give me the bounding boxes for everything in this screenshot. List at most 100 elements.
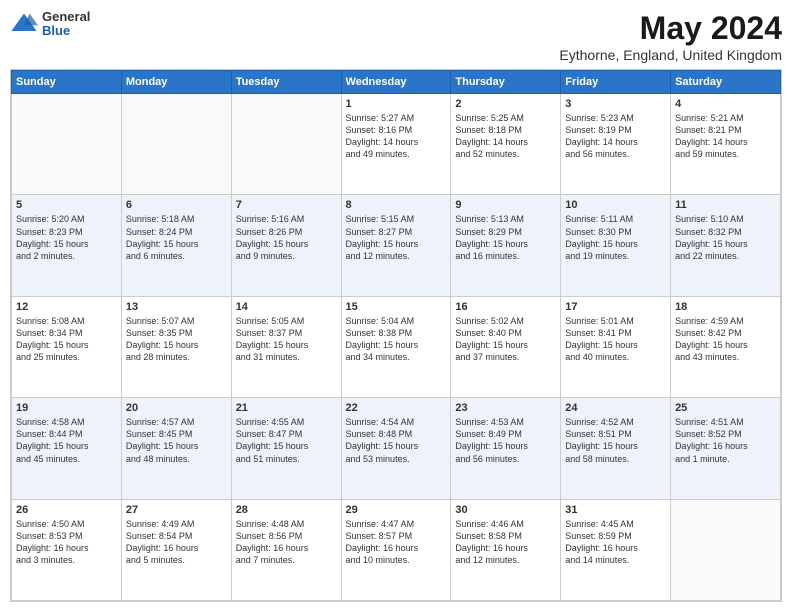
logo-blue: Blue: [42, 24, 90, 38]
day-info: Sunrise: 5:27 AM Sunset: 8:16 PM Dayligh…: [346, 112, 447, 161]
calendar-cell: 13Sunrise: 5:07 AM Sunset: 8:35 PM Dayli…: [121, 296, 231, 397]
title-location: Eythorne, England, United Kingdom: [559, 47, 782, 63]
calendar-cell: 14 Sunrise: 5:05 AM Sunset: 8:37 PM Dayli…: [231, 296, 341, 397]
day-info: Sunrise: 4:53 AM Sunset: 8:49 PM Dayligh…: [455, 416, 556, 465]
day-number: 27: [126, 504, 227, 516]
day-info: Sunrise: 5:25 AM Sunset: 8:18 PM Dayligh…: [455, 112, 556, 161]
header: General Blue May 2024 Eythorne, England,…: [10, 10, 782, 63]
calendar-week-2: 5 Sunrise: 5:20 AM Sunset: 8:23 PM Daylig…: [12, 195, 781, 296]
day-info: Sunrise: 5:21 AM Sunset: 8:21 PM Dayligh…: [675, 112, 776, 161]
day-info: Sunrise: 4:52 AM Sunset: 8:51 PM Dayligh…: [565, 416, 666, 465]
calendar-cell: 9 Sunrise: 5:13 AM Sunset: 8:29 PM Daylig…: [451, 195, 561, 296]
day-info: Sunrise: 5:05 AM Sunset: 8:37 PM Dayligh…: [236, 315, 337, 364]
calendar-cell: [231, 94, 341, 195]
day-info: Sunrise: 5:01 AM Sunset: 8:41 PM Dayligh…: [565, 315, 666, 364]
calendar-cell: 12Sunrise: 5:08 AM Sunset: 8:34 PM Dayli…: [12, 296, 122, 397]
day-number: 9: [455, 199, 556, 211]
day-number: 18: [675, 301, 776, 313]
page: General Blue May 2024 Eythorne, England,…: [0, 0, 792, 612]
day-number: 21: [236, 402, 337, 414]
title-block: May 2024 Eythorne, England, United Kingd…: [559, 10, 782, 63]
calendar-cell: 18 Sunrise: 4:59 AM Sunset: 8:42 PM Dayli…: [671, 296, 781, 397]
calendar: Sunday Monday Tuesday Wednesday Thursday…: [10, 69, 782, 602]
day-info: Sunrise: 5:13 AM Sunset: 8:29 PM Dayligh…: [455, 213, 556, 262]
day-number: 1: [346, 98, 447, 110]
calendar-table: Sunday Monday Tuesday Wednesday Thursday…: [11, 70, 781, 601]
calendar-week-4: 19Sunrise: 4:58 AM Sunset: 8:44 PM Dayli…: [12, 398, 781, 499]
day-info: Sunrise: 4:47 AM Sunset: 8:57 PM Dayligh…: [346, 518, 447, 567]
day-info: Sunrise: 5:10 AM Sunset: 8:32 PM Dayligh…: [675, 213, 776, 262]
col-friday: Friday: [561, 71, 671, 94]
day-number: 28: [236, 504, 337, 516]
calendar-cell: 7 Sunrise: 5:16 AM Sunset: 8:26 PM Daylig…: [231, 195, 341, 296]
calendar-week-1: 1 Sunrise: 5:27 AM Sunset: 8:16 PM Daylig…: [12, 94, 781, 195]
logo-icon: [10, 10, 38, 38]
calendar-cell: 27 Sunrise: 4:49 AM Sunset: 8:54 PM Dayli…: [121, 499, 231, 600]
logo: General Blue: [10, 10, 90, 39]
day-info: Sunrise: 4:57 AM Sunset: 8:45 PM Dayligh…: [126, 416, 227, 465]
day-number: 30: [455, 504, 556, 516]
col-sunday: Sunday: [12, 71, 122, 94]
calendar-cell: 26 Sunrise: 4:50 AM Sunset: 8:53 PM Dayli…: [12, 499, 122, 600]
calendar-cell: [671, 499, 781, 600]
calendar-cell: 15Sunrise: 5:04 AM Sunset: 8:38 PM Dayli…: [341, 296, 451, 397]
calendar-body: 1 Sunrise: 5:27 AM Sunset: 8:16 PM Daylig…: [12, 94, 781, 601]
day-number: 7: [236, 199, 337, 211]
calendar-cell: 23 Sunrise: 4:53 AM Sunset: 8:49 PM Dayli…: [451, 398, 561, 499]
day-info: Sunrise: 4:58 AM Sunset: 8:44 PM Dayligh…: [16, 416, 117, 465]
calendar-cell: 3Sunrise: 5:23 AM Sunset: 8:19 PM Daylig…: [561, 94, 671, 195]
day-number: 26: [16, 504, 117, 516]
col-wednesday: Wednesday: [341, 71, 451, 94]
calendar-cell: 6Sunrise: 5:18 AM Sunset: 8:24 PM Daylig…: [121, 195, 231, 296]
day-info: Sunrise: 4:55 AM Sunset: 8:47 PM Dayligh…: [236, 416, 337, 465]
day-number: 12: [16, 301, 117, 313]
day-number: 3: [565, 98, 666, 110]
title-month: May 2024: [559, 10, 782, 47]
day-number: 8: [346, 199, 447, 211]
day-number: 5: [16, 199, 117, 211]
calendar-cell: 25 Sunrise: 4:51 AM Sunset: 8:52 PM Dayli…: [671, 398, 781, 499]
day-info: Sunrise: 4:45 AM Sunset: 8:59 PM Dayligh…: [565, 518, 666, 567]
day-number: 22: [346, 402, 447, 414]
calendar-cell: 28 Sunrise: 4:48 AM Sunset: 8:56 PM Dayli…: [231, 499, 341, 600]
calendar-cell: 17 Sunrise: 5:01 AM Sunset: 8:41 PM Dayli…: [561, 296, 671, 397]
header-row: Sunday Monday Tuesday Wednesday Thursday…: [12, 71, 781, 94]
day-number: 25: [675, 402, 776, 414]
calendar-cell: [12, 94, 122, 195]
day-info: Sunrise: 5:20 AM Sunset: 8:23 PM Dayligh…: [16, 213, 117, 262]
calendar-cell: 22Sunrise: 4:54 AM Sunset: 8:48 PM Dayli…: [341, 398, 451, 499]
calendar-cell: 30 Sunrise: 4:46 AM Sunset: 8:58 PM Dayli…: [451, 499, 561, 600]
day-number: 20: [126, 402, 227, 414]
day-info: Sunrise: 4:50 AM Sunset: 8:53 PM Dayligh…: [16, 518, 117, 567]
day-info: Sunrise: 4:49 AM Sunset: 8:54 PM Dayligh…: [126, 518, 227, 567]
calendar-cell: 10Sunrise: 5:11 AM Sunset: 8:30 PM Dayli…: [561, 195, 671, 296]
calendar-week-3: 12Sunrise: 5:08 AM Sunset: 8:34 PM Dayli…: [12, 296, 781, 397]
calendar-cell: 20 Sunrise: 4:57 AM Sunset: 8:45 PM Dayli…: [121, 398, 231, 499]
calendar-cell: 19Sunrise: 4:58 AM Sunset: 8:44 PM Dayli…: [12, 398, 122, 499]
col-tuesday: Tuesday: [231, 71, 341, 94]
day-number: 23: [455, 402, 556, 414]
day-number: 17: [565, 301, 666, 313]
calendar-cell: 8 Sunrise: 5:15 AM Sunset: 8:27 PM Daylig…: [341, 195, 451, 296]
day-info: Sunrise: 5:11 AM Sunset: 8:30 PM Dayligh…: [565, 213, 666, 262]
col-monday: Monday: [121, 71, 231, 94]
day-info: Sunrise: 5:16 AM Sunset: 8:26 PM Dayligh…: [236, 213, 337, 262]
calendar-cell: 4 Sunrise: 5:21 AM Sunset: 8:21 PM Daylig…: [671, 94, 781, 195]
day-info: Sunrise: 4:46 AM Sunset: 8:58 PM Dayligh…: [455, 518, 556, 567]
calendar-cell: 5 Sunrise: 5:20 AM Sunset: 8:23 PM Daylig…: [12, 195, 122, 296]
day-number: 14: [236, 301, 337, 313]
day-number: 2: [455, 98, 556, 110]
calendar-cell: [121, 94, 231, 195]
logo-text: General Blue: [42, 10, 90, 39]
day-info: Sunrise: 4:48 AM Sunset: 8:56 PM Dayligh…: [236, 518, 337, 567]
day-number: 31: [565, 504, 666, 516]
calendar-cell: 11Sunrise: 5:10 AM Sunset: 8:32 PM Dayli…: [671, 195, 781, 296]
day-info: Sunrise: 5:15 AM Sunset: 8:27 PM Dayligh…: [346, 213, 447, 262]
calendar-cell: 31 Sunrise: 4:45 AM Sunset: 8:59 PM Dayli…: [561, 499, 671, 600]
calendar-week-5: 26 Sunrise: 4:50 AM Sunset: 8:53 PM Dayli…: [12, 499, 781, 600]
day-info: Sunrise: 4:51 AM Sunset: 8:52 PM Dayligh…: [675, 416, 776, 465]
day-number: 24: [565, 402, 666, 414]
day-number: 4: [675, 98, 776, 110]
day-info: Sunrise: 4:59 AM Sunset: 8:42 PM Dayligh…: [675, 315, 776, 364]
day-number: 6: [126, 199, 227, 211]
